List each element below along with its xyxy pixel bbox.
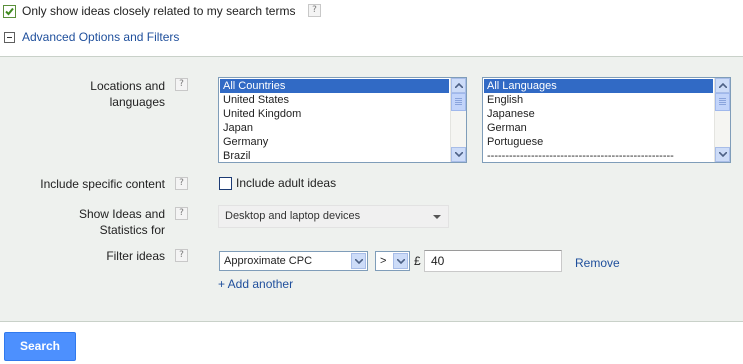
closely-related-label: Only show ideas closely related to my se… bbox=[22, 4, 296, 18]
adult-ideas-label: Include adult ideas bbox=[236, 176, 337, 190]
country-option[interactable]: United States bbox=[220, 93, 449, 107]
chevron-down-icon bbox=[355, 259, 363, 264]
devices-label-line2: Statistics for bbox=[99, 223, 165, 237]
languages-listbox[interactable]: All Languages English Japanese German Portug… bbox=[482, 77, 731, 163]
dropdown-button[interactable] bbox=[351, 253, 366, 269]
specific-content-label: Include specific content bbox=[40, 177, 165, 191]
language-option[interactable]: ----------------------------------------… bbox=[484, 149, 713, 162]
scroll-thumb[interactable] bbox=[715, 93, 730, 111]
device-select[interactable]: Desktop and laptop devices bbox=[218, 205, 449, 228]
chevron-down-icon bbox=[719, 152, 727, 157]
adult-ideas-checkbox[interactable] bbox=[219, 177, 232, 190]
devices-label-line1: Show Ideas and bbox=[78, 207, 165, 221]
currency-symbol: £ bbox=[414, 254, 421, 268]
add-another-link[interactable]: + Add another bbox=[218, 277, 293, 292]
countries-listbox[interactable]: All Countries United States United Kingdom… bbox=[218, 77, 467, 163]
locations-label-line1: Locations and bbox=[90, 79, 165, 93]
closely-related-checkbox[interactable] bbox=[3, 5, 16, 18]
chevron-up-icon bbox=[455, 83, 463, 88]
filter-ideas-label: Filter ideas bbox=[106, 249, 165, 263]
chevron-up-icon bbox=[719, 83, 727, 88]
dropdown-arrow-icon bbox=[433, 215, 441, 219]
filter-operator-value: > bbox=[380, 255, 387, 267]
dropdown-button[interactable] bbox=[393, 253, 408, 269]
country-option[interactable]: United Kingdom bbox=[220, 107, 449, 121]
device-select-value: Desktop and laptop devices bbox=[225, 210, 361, 222]
devices-label: Show Ideas and Statistics for bbox=[40, 206, 165, 238]
scroll-up-button[interactable] bbox=[715, 78, 730, 93]
countries-scrollbar[interactable] bbox=[450, 78, 466, 162]
advanced-options-link[interactable]: Advanced Options and Filters bbox=[22, 30, 179, 45]
countries-list: All Countries United States United Kingdom… bbox=[220, 79, 449, 162]
language-option[interactable]: All Languages bbox=[484, 79, 713, 93]
language-option[interactable]: Japanese bbox=[484, 107, 713, 121]
language-option[interactable]: English bbox=[484, 93, 713, 107]
help-icon[interactable]: ? bbox=[175, 78, 188, 91]
help-icon[interactable]: ? bbox=[175, 207, 188, 220]
locations-label-line2: languages bbox=[109, 95, 165, 109]
filter-operator-select[interactable]: > bbox=[375, 251, 410, 271]
filter-metric-select[interactable]: Approximate CPC bbox=[219, 251, 368, 271]
filter-metric-value: Approximate CPC bbox=[224, 255, 313, 267]
languages-list: All Languages English Japanese German Portug… bbox=[484, 79, 713, 162]
locations-label: Locations and languages bbox=[40, 78, 165, 110]
scroll-up-button[interactable] bbox=[451, 78, 466, 93]
country-option[interactable]: Germany bbox=[220, 135, 449, 149]
languages-scrollbar[interactable] bbox=[714, 78, 730, 162]
help-icon[interactable]: ? bbox=[175, 249, 188, 262]
search-button[interactable]: Search bbox=[4, 332, 76, 361]
filter-value-input[interactable]: 40 bbox=[424, 250, 562, 272]
help-icon[interactable]: ? bbox=[308, 4, 321, 17]
scroll-down-button[interactable] bbox=[451, 147, 466, 162]
collapse-icon[interactable] bbox=[4, 32, 15, 43]
remove-filter-link[interactable]: Remove bbox=[575, 256, 620, 271]
scroll-thumb[interactable] bbox=[451, 93, 466, 111]
language-option[interactable]: German bbox=[484, 121, 713, 135]
country-option[interactable]: Brazil bbox=[220, 149, 449, 162]
scroll-down-button[interactable] bbox=[715, 147, 730, 162]
chevron-down-icon bbox=[397, 259, 405, 264]
language-option[interactable]: Portuguese bbox=[484, 135, 713, 149]
chevron-down-icon bbox=[455, 152, 463, 157]
checkmark-icon bbox=[5, 7, 14, 16]
help-icon[interactable]: ? bbox=[175, 177, 188, 190]
country-option[interactable]: Japan bbox=[220, 121, 449, 135]
country-option[interactable]: All Countries bbox=[220, 79, 449, 93]
